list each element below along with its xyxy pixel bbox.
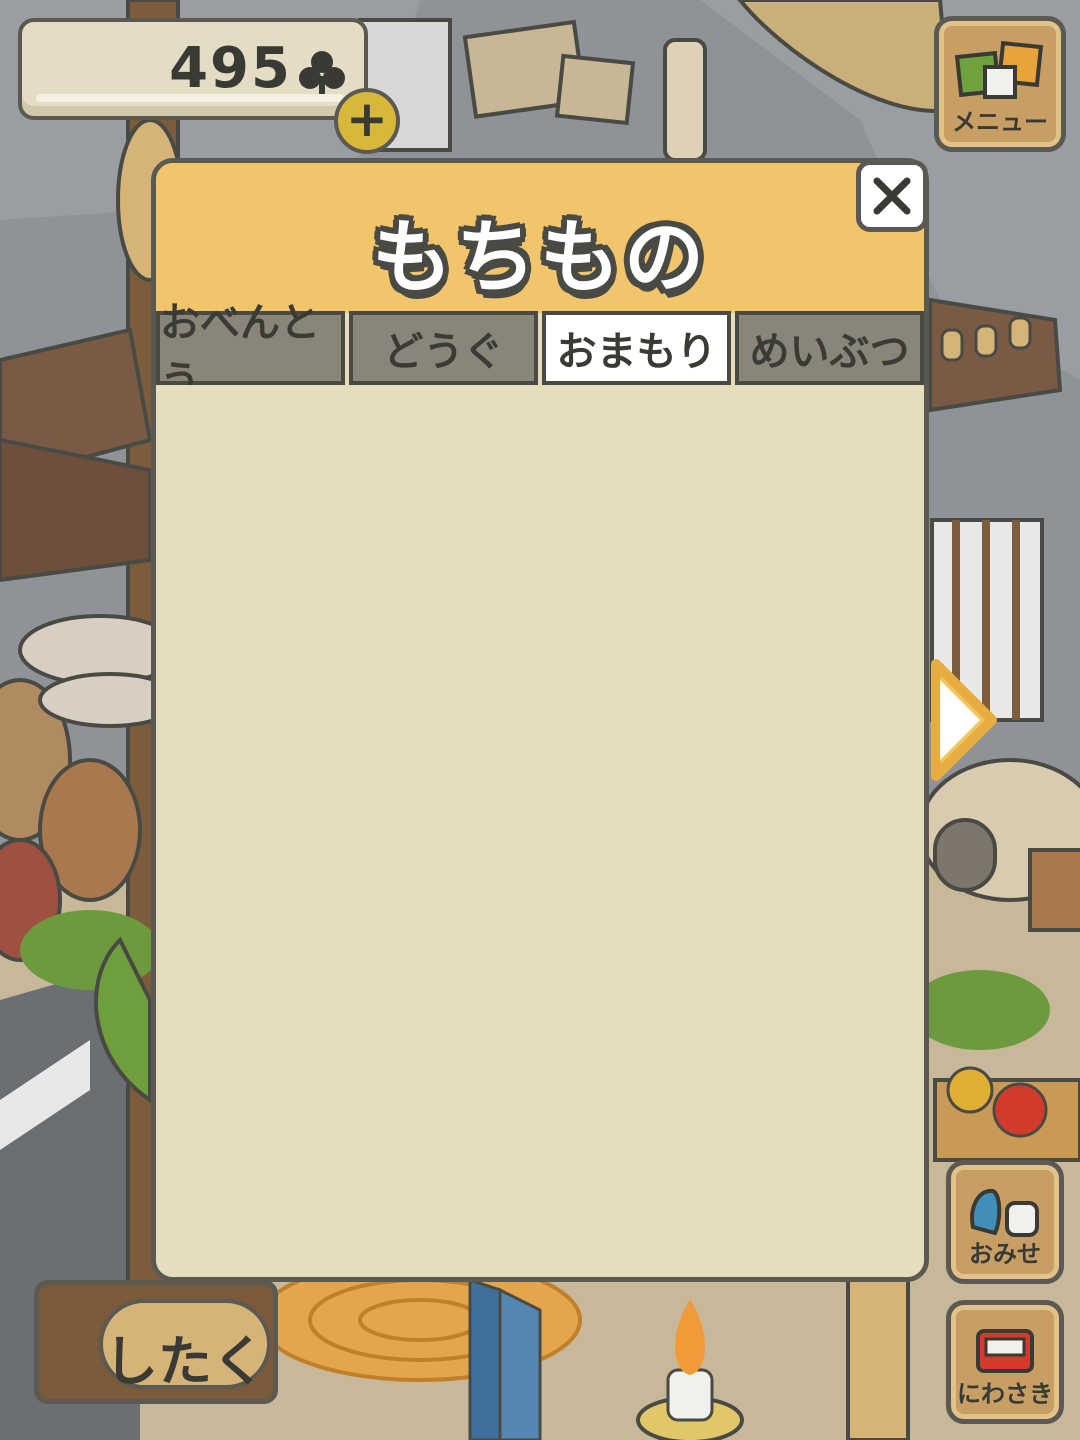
shop-bag-icon [970, 1188, 1039, 1237]
tab-charms[interactable]: おまもり [542, 311, 731, 385]
prepare-button-plate: したく [99, 1299, 271, 1393]
garden-label: にわさき [957, 1380, 1053, 1408]
tab-bento[interactable]: おべんとう [156, 300, 345, 404]
prepare-button[interactable]: したく [34, 1280, 278, 1404]
counter-bar [36, 94, 344, 102]
prepare-label: したく [104, 1330, 266, 1393]
menu-label: メニュー [952, 108, 1048, 136]
tab-souvenirs[interactable]: めいぶつ [735, 311, 924, 385]
inventory-tabs: おべんとう どうぐ おまもり めいぶつ [156, 300, 924, 404]
tab-tools[interactable]: どうぐ [349, 311, 538, 385]
inventory-list [156, 385, 924, 1277]
menu-button[interactable]: メニュー [934, 16, 1066, 152]
close-icon [873, 177, 911, 215]
clover-icon [299, 51, 345, 98]
garden-button[interactable]: にわさき [946, 1300, 1064, 1424]
inventory-panel: もちもの おべんとう どうぐ おまもり めいぶつ [151, 158, 929, 1282]
shop-label: おみせ [969, 1240, 1041, 1268]
mailbox-icon [976, 1329, 1034, 1373]
close-button[interactable] [856, 160, 928, 232]
next-arrow-icon[interactable] [930, 658, 1006, 782]
menu-icon [955, 40, 1044, 99]
clover-counter: 495 [18, 18, 368, 120]
clover-count: 495 [169, 36, 292, 101]
shop-button[interactable]: おみせ [946, 1160, 1064, 1284]
add-clover-button[interactable]: + [334, 88, 400, 154]
